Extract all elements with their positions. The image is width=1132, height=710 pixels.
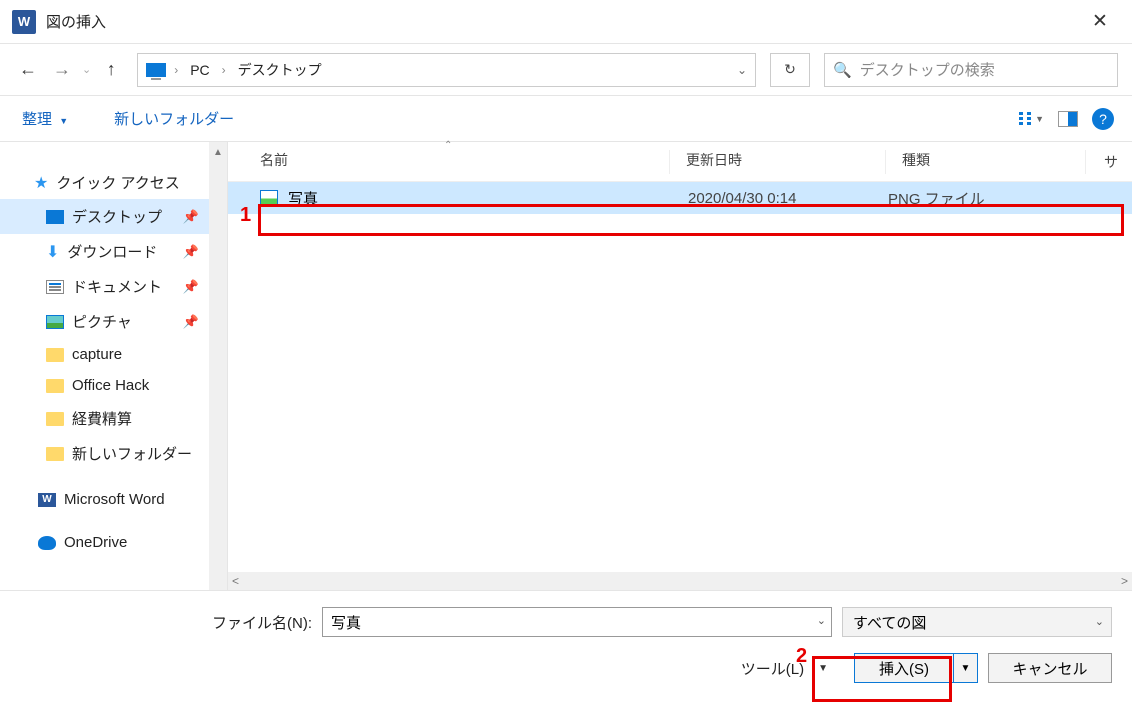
toolbar: 整理 ▼ 新しいフォルダー ▼ ? [0,96,1132,142]
col-size[interactable]: サ [1102,152,1132,172]
sidebar-item-newfolder[interactable]: 新しいフォルダー [0,436,209,471]
cancel-button[interactable]: キャンセル [988,653,1112,683]
main-area: ★クイック アクセス デスクトップ📌 ⬇ダウンロード📌 ドキュメント📌 ピクチャ… [0,142,1132,590]
folder-icon [46,348,64,362]
file-name: 写真 [288,188,688,209]
pc-icon [146,63,166,77]
address-bar[interactable]: › PC › デスクトップ ⌄ [137,53,756,87]
col-name[interactable]: 名前 [260,150,670,174]
image-file-icon [260,190,278,206]
search-icon: 🔍 [833,61,852,79]
title-bar: W 図の挿入 ✕ [0,0,1132,44]
sidebar-item-pictures[interactable]: ピクチャ📌 [0,304,209,339]
sidebar-item-keihi[interactable]: 経費精算 [0,401,209,436]
download-icon: ⬇ [46,242,59,262]
filename-label: ファイル名(N): [212,612,312,633]
folder-icon [46,379,64,393]
search-placeholder: デスクトップの検索 [860,59,995,80]
breadcrumb-sep: › [174,63,178,77]
new-folder-button[interactable]: 新しいフォルダー [114,108,234,129]
file-list: ⌃ 名前 更新日時 種類 サ 写真 2020/04/30 0:14 PNG ファ… [228,142,1132,590]
breadcrumb-desktop[interactable]: デスクトップ [234,60,326,80]
sidebar-item-officehack[interactable]: Office Hack [0,370,209,401]
document-icon [46,280,64,294]
filter-dropdown-icon[interactable]: ⌄ [1095,615,1104,628]
folder-icon [46,412,64,426]
tools-dropdown-icon[interactable]: ▼ [818,663,828,674]
forward-button[interactable]: → [48,56,76,84]
organize-button[interactable]: 整理 ▼ [22,108,68,129]
file-list-hscroll[interactable]: <> [228,572,1132,590]
word-icon: W [12,10,36,34]
sidebar-item-documents[interactable]: ドキュメント📌 [0,269,209,304]
sidebar-scrollbar[interactable]: ▲ [209,142,227,590]
insert-button[interactable]: 挿入(S) ▼ [854,653,978,683]
picture-icon [46,315,64,329]
file-row[interactable]: 写真 2020/04/30 0:14 PNG ファイル [228,182,1132,214]
filename-dropdown-icon[interactable]: ⌄ [817,614,826,627]
pin-icon: 📌 [183,279,199,295]
bottom-panel: ファイル名(N): ⌄ すべての図 ⌄ ツール(L) ▼ 挿入(S) ▼ キャン… [0,590,1132,710]
onedrive-icon [38,536,56,550]
address-expand[interactable]: ⌄ [737,63,747,77]
tools-button[interactable]: ツール(L) [741,658,804,679]
word-icon: W [38,493,56,507]
sidebar-item-capture[interactable]: capture [0,339,209,370]
insert-split-dropdown[interactable]: ▼ [953,654,977,682]
breadcrumb-sep: › [222,63,226,77]
back-button[interactable]: ← [14,56,42,84]
file-date: 2020/04/30 0:14 [688,190,888,207]
sidebar-item-desktop[interactable]: デスクトップ📌 [0,199,209,234]
file-type: PNG ファイル [888,188,1132,209]
sidebar-word[interactable]: WMicrosoft Word [0,485,209,514]
preview-pane-button[interactable] [1058,111,1078,127]
sidebar-item-downloads[interactable]: ⬇ダウンロード📌 [0,234,209,269]
history-dropdown[interactable]: ⌄ [82,63,91,76]
file-type-filter[interactable]: すべての図 [842,607,1112,637]
pin-icon: 📌 [183,209,199,225]
col-type[interactable]: 種類 [902,150,1086,174]
search-box[interactable]: 🔍 デスクトップの検索 [824,53,1118,87]
filename-input[interactable] [322,607,832,637]
close-button[interactable]: ✕ [1080,2,1120,42]
sidebar-onedrive[interactable]: OneDrive [0,528,209,551]
dialog-title: 図の挿入 [46,11,1080,32]
view-mode-button[interactable]: ▼ [1019,112,1044,125]
col-date[interactable]: 更新日時 [686,150,886,174]
pin-icon: 📌 [183,314,199,330]
nav-bar: ← → ⌄ ↑ › PC › デスクトップ ⌄ ↻ 🔍 デスクトップの検索 [0,44,1132,96]
sidebar: ★クイック アクセス デスクトップ📌 ⬇ダウンロード📌 ドキュメント📌 ピクチャ… [0,142,228,590]
desktop-icon [46,210,64,224]
column-headers[interactable]: ⌃ 名前 更新日時 種類 サ [228,142,1132,182]
breadcrumb-pc[interactable]: PC [186,62,213,78]
folder-icon [46,447,64,461]
pin-icon: 📌 [183,244,199,260]
sidebar-quick-access[interactable]: ★クイック アクセス [0,166,209,199]
help-button[interactable]: ? [1092,108,1114,130]
refresh-button[interactable]: ↻ [770,53,810,87]
up-button[interactable]: ↑ [97,56,125,84]
